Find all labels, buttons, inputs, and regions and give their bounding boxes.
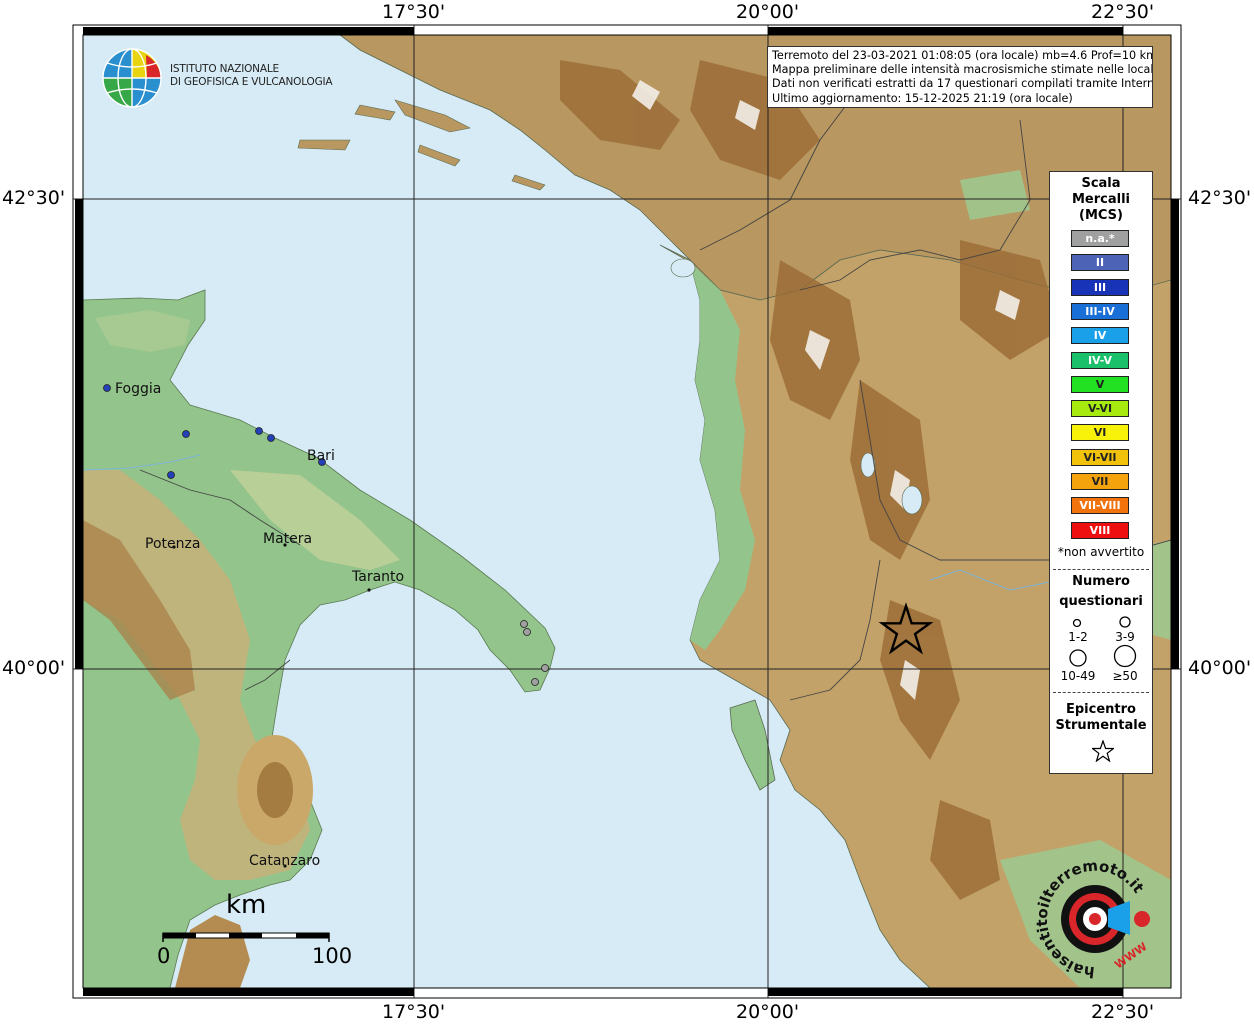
legend-count-title-2: questionari [1059,594,1143,609]
label-left-42-30: 42°30' [2,187,66,209]
institute-line-1: ISTITUTO NAZIONALE [170,63,279,75]
label-bottom-20-00: 20°00' [736,1001,800,1023]
point-ii [267,434,275,442]
label-bottom-17-30: 17°30' [382,1001,446,1023]
scale-min: 0 [157,944,171,968]
earthquake-info-box: Terremoto del 23-03-2021 01:08:05 (ora l… [767,46,1153,108]
map-body [83,35,1171,988]
point-na [531,678,539,686]
city-foggia: Foggia [115,381,162,397]
point-foggia [103,384,111,392]
legend-divider [1053,692,1149,693]
point-ii [255,427,263,435]
city-taranto: Taranto [352,569,405,585]
institute-line-2: DI GEOFISICA E VULCANOLOGIA [170,76,333,88]
mcs-swatch-iii-iv: III-IV [1071,302,1129,320]
mcs-swatch-vii-viii: VII-VIII [1071,497,1129,515]
haisentito-logo: haisentitoilterremoto.it WWW [1033,857,1150,981]
mcs-swatch-vi-vii: VI-VII [1071,448,1129,466]
mcs-swatch-iv: IV [1071,327,1129,345]
info-line-4: Ultimo aggiornamento: 15-12-2025 21:19 (… [772,91,1073,105]
label-top-20-00: 20°00' [736,1,800,23]
point-ii [182,430,190,438]
scale-unit: km [226,890,267,920]
point-ii [167,471,175,479]
mcs-swatch-v: V [1071,375,1129,393]
legend-divider [1053,569,1149,570]
sila-peak [257,762,293,818]
city-potenza: Potenza [145,536,201,552]
scale-max: 100 [312,944,353,968]
label-top-17-30: 17°30' [382,1,446,23]
mcs-swatch-iii: III [1071,278,1129,296]
legend-epicenter-title-1: Epicentro [1066,702,1136,717]
info-line-3: Dati non verificati estratti da 17 quest… [772,77,1153,91]
point-na [541,664,549,672]
label-bottom-22-30: 22°30' [1091,1001,1155,1023]
mcs-swatch-v-vi: V-VI [1071,400,1129,418]
label-right-42-30: 42°30' [1188,187,1252,209]
point-na [523,628,531,636]
legend-count-title-1: Numero [1072,574,1130,589]
point-na [520,620,528,628]
count-label-10-49: 10-49 [1060,669,1096,683]
count-label-3-9: 3-9 [1115,630,1135,644]
mcs-swatch-vi: VI [1071,424,1129,442]
lake-prespa [901,485,923,515]
count-label-50-plus: ≥50 [1112,669,1138,683]
mcs-swatch-vii: VII [1071,473,1129,490]
ingv-globe-icon [102,48,162,108]
lake-scutari [670,258,696,278]
mcs-swatch-n-a: n.a.* [1071,230,1129,247]
label-right-40-00: 40°00' [1188,657,1252,679]
legend-title-2: Mercalli [1071,192,1130,207]
label-left-40-00: 40°00' [2,657,66,679]
city-catanzaro: Catanzaro [249,853,321,869]
city-matera: Matera [263,531,313,547]
city-bari: Bari [307,448,335,464]
legend-title-3: (MCS) [1079,208,1123,223]
epicenter-star-icon [1092,740,1114,762]
info-line-2: Mappa preliminare delle intensità macros… [772,63,1153,77]
label-top-22-30: 22°30' [1091,1,1155,23]
mcs-swatch-ii: II [1071,254,1129,272]
count-label-1-2: 1-2 [1068,630,1088,644]
legend-epicenter-title-2: Strumentale [1055,718,1147,733]
legend-title-1: Scala [1081,176,1121,191]
legend-not-felt: *non avvertito [1057,545,1145,559]
info-line-1: Terremoto del 23-03-2021 01:08:05 (ora l… [772,49,1153,62]
haisentito-www: WWW [1112,940,1149,972]
legend-panel: Scala Mercalli (MCS) n.a.* II III III-IV IV I… [1049,171,1153,774]
institute-name: ISTITUTO NAZIONALE DI GEOFISICA E VULCAN… [170,63,333,89]
mcs-swatch-viii: VIII [1071,521,1129,539]
mcs-swatch-iv-v: IV-V [1071,351,1129,369]
